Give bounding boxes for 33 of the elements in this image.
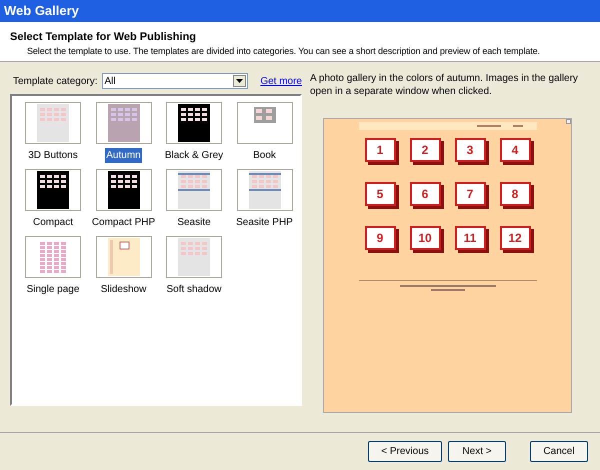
- template-label[interactable]: Seasite PHP: [235, 215, 294, 230]
- category-label: Template category:: [13, 74, 98, 88]
- template-thumbnail[interactable]: [166, 169, 222, 211]
- template-thumbnail[interactable]: [236, 169, 292, 211]
- template-label[interactable]: Slideshow: [100, 282, 148, 297]
- cancel-button[interactable]: Cancel: [530, 441, 588, 462]
- template-label[interactable]: Seasite: [176, 215, 212, 230]
- template-thumbnail[interactable]: [25, 236, 81, 278]
- window-title: Web Gallery: [4, 2, 79, 20]
- template-label[interactable]: Compact PHP: [90, 215, 156, 230]
- template-label[interactable]: 3D Buttons: [27, 148, 79, 163]
- category-dropdown[interactable]: All: [102, 73, 248, 89]
- template-thumbnail[interactable]: [236, 102, 292, 144]
- template-thumbnail[interactable]: [96, 236, 152, 278]
- page-heading: Select Template for Web Publishing: [10, 30, 198, 44]
- template-label[interactable]: Single page: [26, 282, 80, 297]
- template-label[interactable]: Compact: [32, 215, 74, 230]
- template-label[interactable]: Black & Grey: [164, 148, 224, 163]
- template-label[interactable]: Autumn: [105, 148, 142, 163]
- template-label[interactable]: Soft shadow: [165, 282, 223, 297]
- template-description: A photo gallery in the colors of autumn. Images in the gallery open in a separate window when clicked.: [310, 72, 579, 98]
- template-thumbnail[interactable]: [96, 102, 152, 144]
- template-thumbnail[interactable]: [25, 169, 81, 211]
- template-thumbnail[interactable]: [166, 102, 222, 144]
- template-thumbnail[interactable]: [166, 236, 222, 278]
- template-thumbnail[interactable]: [96, 169, 152, 211]
- next-button[interactable]: Next >: [448, 441, 506, 462]
- template-label[interactable]: Book: [252, 148, 277, 163]
- page-description: Select the template to use. The templates are divided into categories. You can see a short description and preview of each template.: [27, 45, 540, 58]
- template-thumbnail[interactable]: [25, 102, 81, 144]
- get-more-link[interactable]: Get more: [260, 74, 302, 88]
- resize-grip-icon: [566, 119, 571, 124]
- previous-button[interactable]: < Previous: [368, 441, 442, 462]
